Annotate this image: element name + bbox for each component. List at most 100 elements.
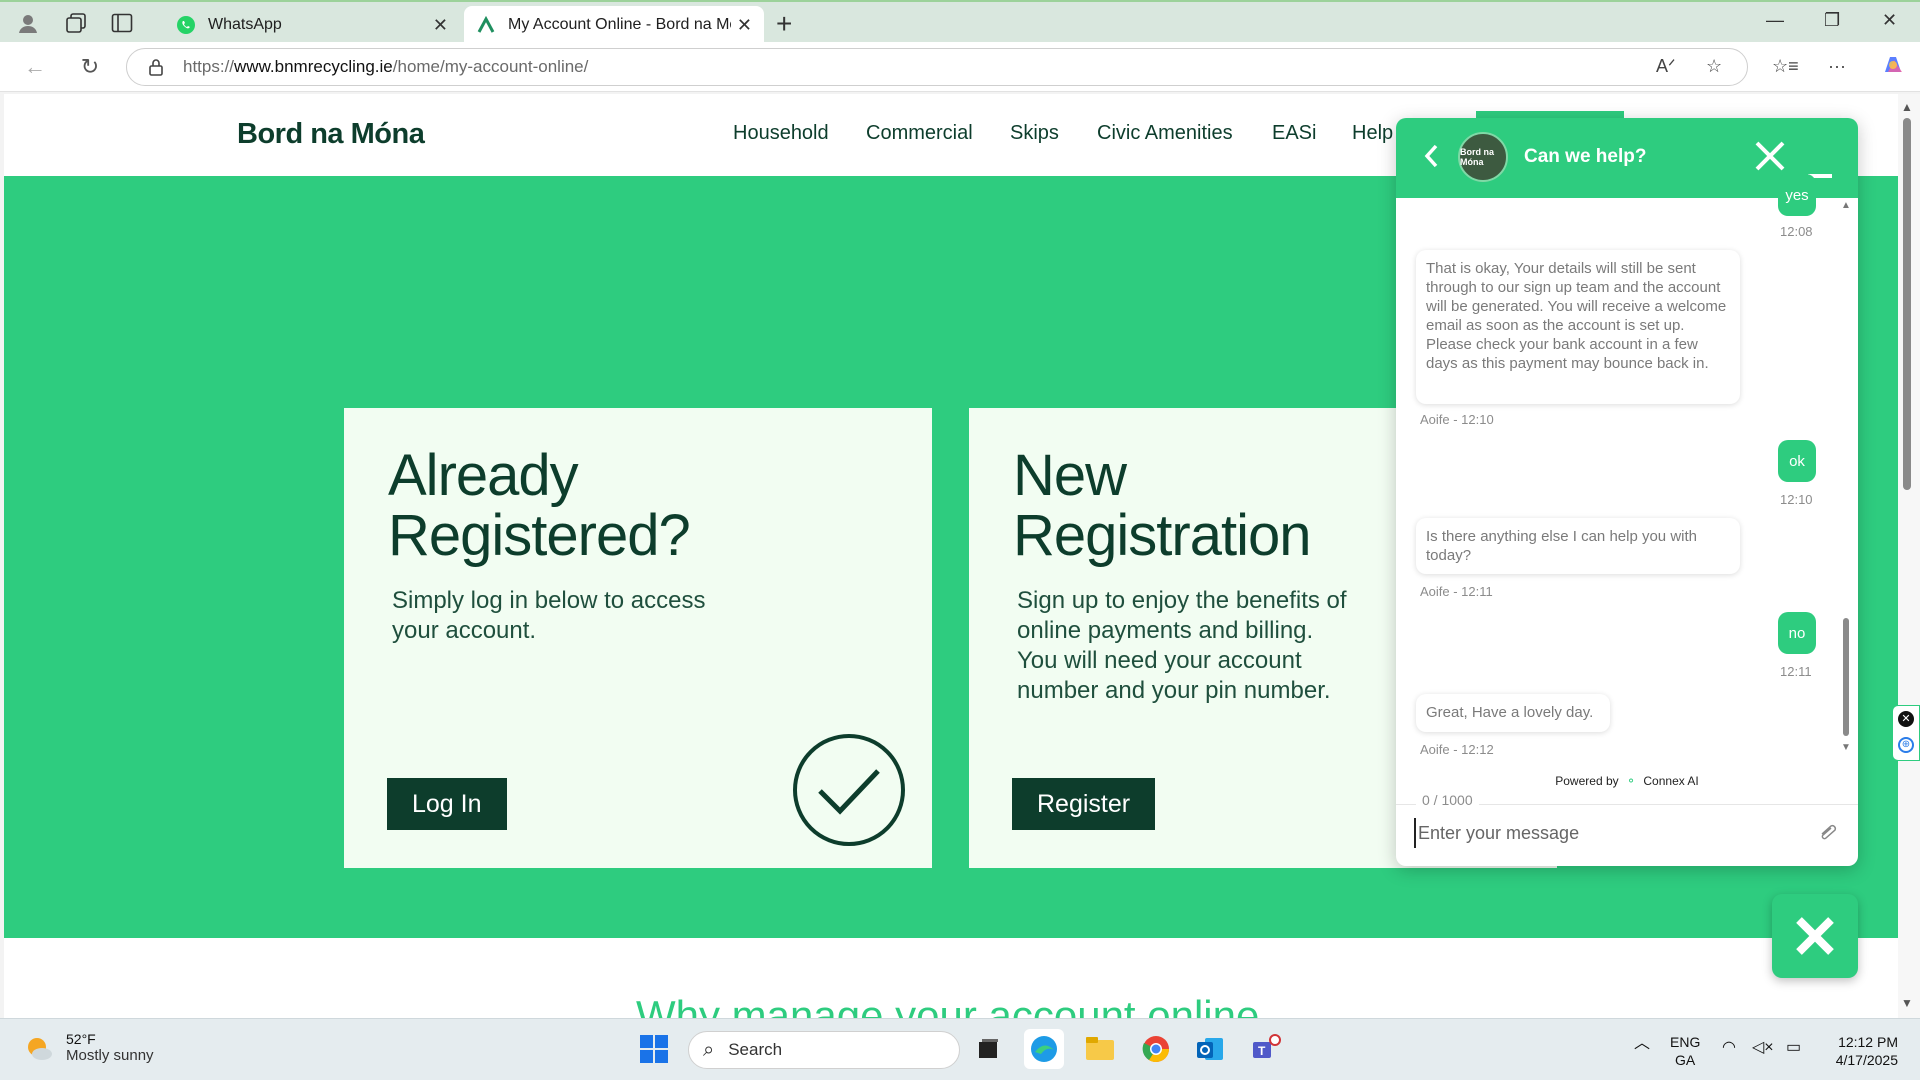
message-meta: Aoife - 12:11	[1420, 584, 1493, 599]
site-logo[interactable]: Bord na Móna	[237, 118, 425, 151]
keyboard-code: GA	[1675, 1052, 1696, 1068]
agent-message: Is there anything else I can help you wi…	[1416, 518, 1740, 574]
weather-widget[interactable]: 52°F Mostly sunny	[24, 1031, 154, 1064]
chat-scrollbar-thumb[interactable]	[1843, 618, 1849, 736]
register-text: Sign up to enjoy the benefits of online …	[1017, 587, 1347, 704]
user-message: ok	[1778, 440, 1816, 482]
chat-scroll-up-icon[interactable]: ▲	[1841, 200, 1851, 211]
paperclip-icon[interactable]	[1818, 822, 1840, 842]
message-meta: 12:10	[1780, 492, 1813, 507]
tab-whatsapp[interactable]: WhatsApp ✕	[164, 6, 460, 44]
register-heading: New Registration	[1013, 443, 1311, 568]
windows-taskbar: 52°F Mostly sunny ⌕ Search T ︿ ENG GA ◠ …	[0, 1018, 1920, 1080]
connex-logo-icon: ⚬	[1625, 774, 1637, 788]
search-icon: ⌕	[703, 1038, 715, 1061]
close-chat-icon[interactable]	[1754, 140, 1786, 172]
agent-avatar: Bord na Móna	[1458, 132, 1508, 182]
nav-commercial[interactable]: Commercial	[866, 122, 973, 145]
agent-message: Great, Have a lovely day.	[1416, 694, 1610, 732]
more-options-icon[interactable]: ···	[1828, 56, 1846, 77]
nav-help[interactable]: Help	[1352, 122, 1393, 145]
chat-title: Can we help?	[1524, 146, 1647, 167]
close-icon	[1796, 917, 1834, 955]
scroll-down-arrow-icon[interactable]: ▼	[1901, 996, 1913, 1010]
login-heading: Already Registered?	[388, 443, 691, 568]
scroll-up-arrow-icon[interactable]: ▲	[1901, 100, 1913, 114]
register-button[interactable]: Register	[1012, 778, 1156, 830]
chevron-left-icon[interactable]	[1422, 142, 1442, 170]
workspaces-icon[interactable]	[62, 10, 90, 36]
vertical-tabs-icon[interactable]	[108, 10, 136, 36]
message-meta: Aoife - 12:12	[1420, 742, 1494, 757]
login-card: Already Registered? Simply log in below t…	[344, 408, 932, 868]
log-in-button[interactable]: Log In	[387, 778, 507, 830]
nav-civic-amenities[interactable]: Civic Amenities	[1097, 122, 1233, 145]
chat-scrollbar[interactable]: ▲ ▼	[1841, 200, 1851, 753]
tab-title: WhatsApp	[208, 16, 282, 33]
favorite-star-icon[interactable]: ☆	[1706, 56, 1722, 77]
agent-message: That is okay, Your details will still be…	[1416, 250, 1740, 404]
start-icon[interactable]	[634, 1029, 674, 1069]
tab-my-account[interactable]: My Account Online - Bord na Móna ✕	[464, 6, 764, 44]
wifi-icon[interactable]: ◠	[1722, 1039, 1736, 1057]
search-label: Search	[728, 1040, 783, 1059]
outlook-icon[interactable]	[1190, 1029, 1230, 1069]
address-bar-row: ← ↻ https://www.bnmrecycling.ie/home/my-…	[0, 42, 1920, 92]
clock-date: 4/17/2025	[1835, 1052, 1898, 1068]
message-meta: 12:11	[1780, 664, 1812, 679]
back-icon[interactable]: ←	[20, 52, 50, 82]
restore-window-icon[interactable]: ❐	[1824, 10, 1840, 31]
chat-scroll-down-icon[interactable]: ▼	[1841, 742, 1851, 753]
close-window-icon[interactable]: ✕	[1882, 10, 1897, 31]
url-text: https://www.bnmrecycling.ie/home/my-acco…	[183, 57, 589, 76]
powered-by: Powered by ⚬ Connex AI	[1555, 774, 1699, 788]
close-circle-icon[interactable]: ✕	[1898, 711, 1914, 727]
login-text: Simply log in below to access your accou…	[392, 587, 706, 644]
nav-skips[interactable]: Skips	[1010, 122, 1059, 145]
close-tab-icon[interactable]: ✕	[433, 15, 448, 36]
taskbar-search[interactable]: ⌕ Search	[688, 1031, 960, 1069]
weather-temp: 52°F	[66, 1031, 96, 1047]
page-scrollbar-thumb[interactable]	[1903, 118, 1911, 490]
checkmark-circle-icon	[793, 734, 905, 846]
whatsapp-icon	[177, 16, 195, 34]
chrome-icon[interactable]	[1136, 1029, 1176, 1069]
chat-toggle-button[interactable]	[1772, 894, 1858, 978]
chat-message-input[interactable]	[1414, 818, 1794, 848]
minimize-window-icon[interactable]: —	[1766, 10, 1784, 31]
char-counter: 0 / 1000	[1416, 792, 1479, 808]
user-message: yes	[1778, 174, 1816, 216]
browser-tab-bar: WhatsApp ✕ My Account Online - Bord na M…	[0, 0, 1920, 44]
message-meta: Aoife - 12:10	[1420, 412, 1494, 427]
copilot-icon[interactable]	[1880, 52, 1906, 83]
battery-icon[interactable]: ▭	[1786, 1039, 1801, 1057]
nav-household[interactable]: Household	[733, 122, 829, 145]
refresh-icon[interactable]: ↻	[75, 52, 105, 82]
clock[interactable]: 12:12 PM 4/17/2025	[1826, 1033, 1898, 1069]
volume-muted-icon[interactable]: ◁×	[1752, 1039, 1774, 1057]
globe-icon[interactable]: ⊕	[1898, 737, 1914, 753]
user-message: no	[1778, 612, 1816, 654]
bord-na-mona-icon	[477, 15, 495, 33]
favorites-icon[interactable]: ☆≡	[1772, 56, 1799, 77]
edge-icon[interactable]	[1024, 1029, 1064, 1069]
lock-icon[interactable]	[147, 58, 165, 76]
file-explorer-icon[interactable]	[1080, 1029, 1120, 1069]
clock-time: 12:12 PM	[1838, 1034, 1898, 1050]
partly-sunny-icon	[28, 1037, 52, 1060]
close-tab-icon[interactable]: ✕	[737, 15, 752, 36]
url-bar[interactable]: https://www.bnmrecycling.ie/home/my-acco…	[126, 48, 1748, 86]
nav-easi[interactable]: EASi	[1272, 122, 1316, 145]
tab-title: My Account Online - Bord na Móna	[508, 16, 731, 33]
language-code: ENG	[1670, 1034, 1701, 1050]
message-meta: 12:08	[1780, 224, 1813, 239]
task-view-icon[interactable]	[968, 1029, 1008, 1069]
accessibility-tools[interactable]: ✕ ⊕	[1892, 705, 1920, 761]
show-hidden-icons[interactable]: ︿	[1634, 1035, 1650, 1053]
read-aloud-icon[interactable]: Aᐟ	[1656, 56, 1676, 77]
language-indicator[interactable]: ENG GA	[1670, 1033, 1700, 1069]
new-tab-button[interactable]: +	[776, 8, 792, 40]
section-heading: Why manage your account online	[636, 992, 1260, 1018]
profile-icon[interactable]	[14, 10, 42, 36]
teams-icon[interactable]: T	[1246, 1029, 1286, 1069]
